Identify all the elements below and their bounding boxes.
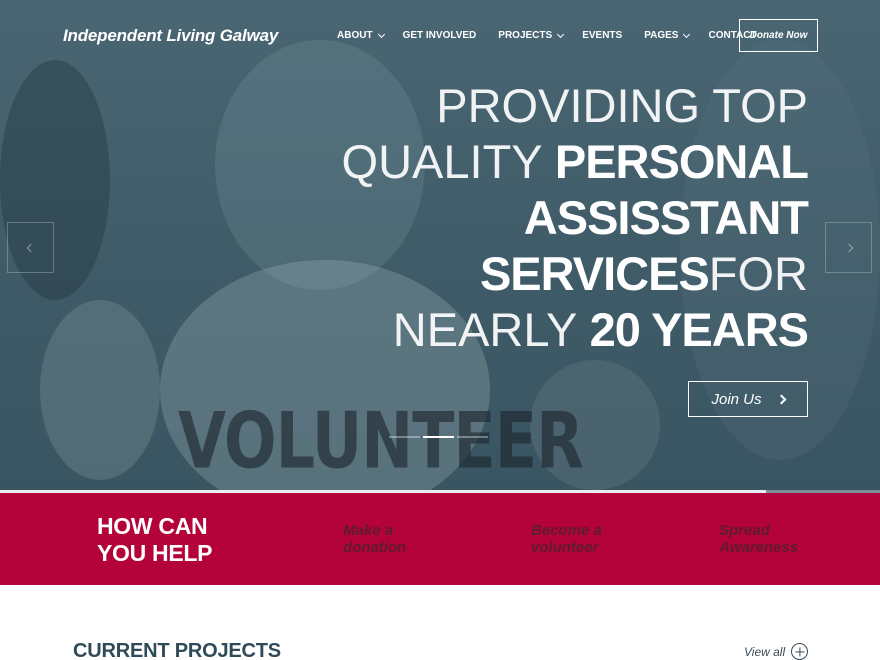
donate-now-button[interactable]: Donate Now [739,19,818,52]
slider-dot[interactable] [457,436,488,438]
make-donation-link[interactable]: Make a donation [343,522,433,556]
headline-text: 20 YEARS [589,303,809,356]
nav-item-events[interactable]: EVENTS [582,30,622,41]
spread-awareness-link[interactable]: Spread Awareness [719,522,809,556]
headline-text: PERSONAL [554,135,809,188]
headline-text: FOR [708,247,808,300]
nav-item-label: PAGES [644,30,679,41]
headline-text: QUALITY [341,135,555,188]
nav-item-projects[interactable]: PROJECTS [498,30,565,41]
site-logo[interactable]: Independent Living Galway [63,26,278,46]
view-all-label: View all [744,644,786,659]
slider-dot[interactable] [389,436,420,438]
nav-item-label: PROJECTS [498,30,553,41]
main-nav: ABOUT GET INVOLVED PROJECTS EVENTS PAGES… [337,30,757,41]
help-title: HOW CAN YOU HELP [97,513,213,566]
chevron-down-icon [683,30,691,38]
slider-next-button[interactable] [825,222,872,273]
plus-circle-icon [791,643,809,660]
nav-item-about[interactable]: ABOUT [337,30,385,41]
current-projects-title: CURRENT PROJECTS [73,640,281,660]
nav-item-label: EVENTS [582,30,623,41]
nav-item-label: ABOUT [337,30,373,41]
headline-text: ASSISSTANT [523,191,809,244]
nav-item-get-involved[interactable]: GET INVOLVED [403,30,477,41]
join-us-label: Join Us [711,390,762,408]
volunteer-shirt-text: VOLUNTEER [178,395,584,487]
headline-text: SERVICES [479,247,710,300]
join-us-button[interactable]: Join Us [688,381,808,417]
nav-item-pages[interactable]: PAGES [644,30,691,41]
headline-text: PROVIDING TOP [436,79,808,132]
chevron-right-icon [776,394,786,404]
slider-dot[interactable] [423,436,454,438]
view-all-link[interactable]: View all [744,643,809,660]
chevron-left-icon [26,243,35,252]
chevron-right-icon [844,243,853,252]
hero-slider: VOLUNTEER Independent Living Galway ABOU… [0,0,880,493]
slider-prev-button[interactable] [7,222,54,273]
slider-pagination [389,436,488,438]
nav-item-label: GET INVOLVED [402,30,477,41]
headline-text: NEARLY [392,303,590,356]
hero-headline: PROVIDING TOP QUALITY PERSONAL ASSISSTAN… [341,78,809,358]
chevron-down-icon [377,30,385,38]
chevron-down-icon [557,30,565,38]
become-volunteer-link[interactable]: Become a volunteer [531,522,621,556]
how-can-you-help-band: HOW CAN YOU HELP Make a donation Become … [0,493,880,585]
